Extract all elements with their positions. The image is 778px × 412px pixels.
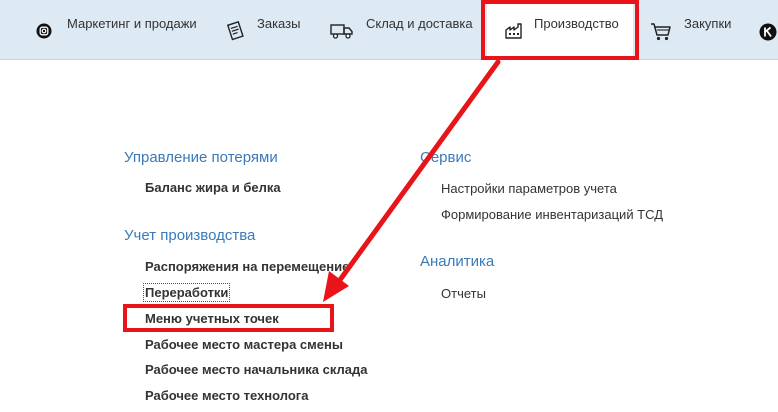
nav-item-production[interactable]: Производство bbox=[487, 0, 633, 59]
instagram-like-icon bbox=[36, 23, 52, 39]
section-title-analytics: Аналитика bbox=[420, 253, 495, 270]
link-shift-master-workplace[interactable]: Рабочее место мастера смены bbox=[145, 337, 343, 352]
nav-item-label: Маркетинг и продажи bbox=[67, 16, 197, 31]
section-title-production: Учет производства bbox=[124, 227, 256, 244]
factory-icon bbox=[505, 23, 522, 39]
link-fat-protein-balance[interactable]: Баланс жира и белка bbox=[145, 180, 281, 195]
nav-item-warehouse[interactable]: Склад и доставка bbox=[326, 0, 478, 59]
top-navigation-bar: Маркетинг и продажи Заказы Склад и доста… bbox=[0, 0, 778, 60]
link-accounting-settings[interactable]: Настройки параметров учета bbox=[441, 181, 617, 196]
shopping-cart-icon bbox=[651, 23, 671, 41]
nav-item-orders[interactable]: Заказы bbox=[222, 0, 312, 59]
link-processing[interactable]: Переработки bbox=[142, 283, 231, 302]
link-reports[interactable]: Отчеты bbox=[441, 286, 486, 301]
annotation-arrow bbox=[323, 59, 501, 302]
section-title-service: Сервис bbox=[420, 149, 472, 166]
nav-item-label: Закупки bbox=[684, 16, 732, 31]
nav-item-label: Склад и доставка bbox=[366, 16, 473, 31]
delivery-truck-icon bbox=[330, 24, 353, 39]
nav-item-label: Заказы bbox=[257, 16, 301, 31]
link-accounting-points-menu[interactable]: Меню учетных точек bbox=[145, 311, 279, 326]
nav-item-more[interactable] bbox=[758, 0, 778, 59]
k-logo-icon bbox=[759, 23, 777, 41]
nav-item-label: Производство bbox=[534, 16, 619, 31]
nav-item-marketing[interactable]: Маркетинг и продажи bbox=[30, 0, 205, 59]
link-transfer-orders[interactable]: Распоряжения на перемещение bbox=[145, 259, 349, 274]
link-warehouse-head-workplace[interactable]: Рабочее место начальника склада bbox=[145, 362, 368, 377]
nav-item-purchases[interactable]: Закупки bbox=[648, 0, 760, 59]
order-document-icon bbox=[227, 21, 244, 41]
section-title-losses: Управление потерями bbox=[124, 149, 278, 166]
link-tsd-inventory-forming[interactable]: Формирование инвентаризаций ТСД bbox=[441, 207, 663, 222]
link-technologist-workplace[interactable]: Рабочее место технолога bbox=[145, 388, 308, 403]
